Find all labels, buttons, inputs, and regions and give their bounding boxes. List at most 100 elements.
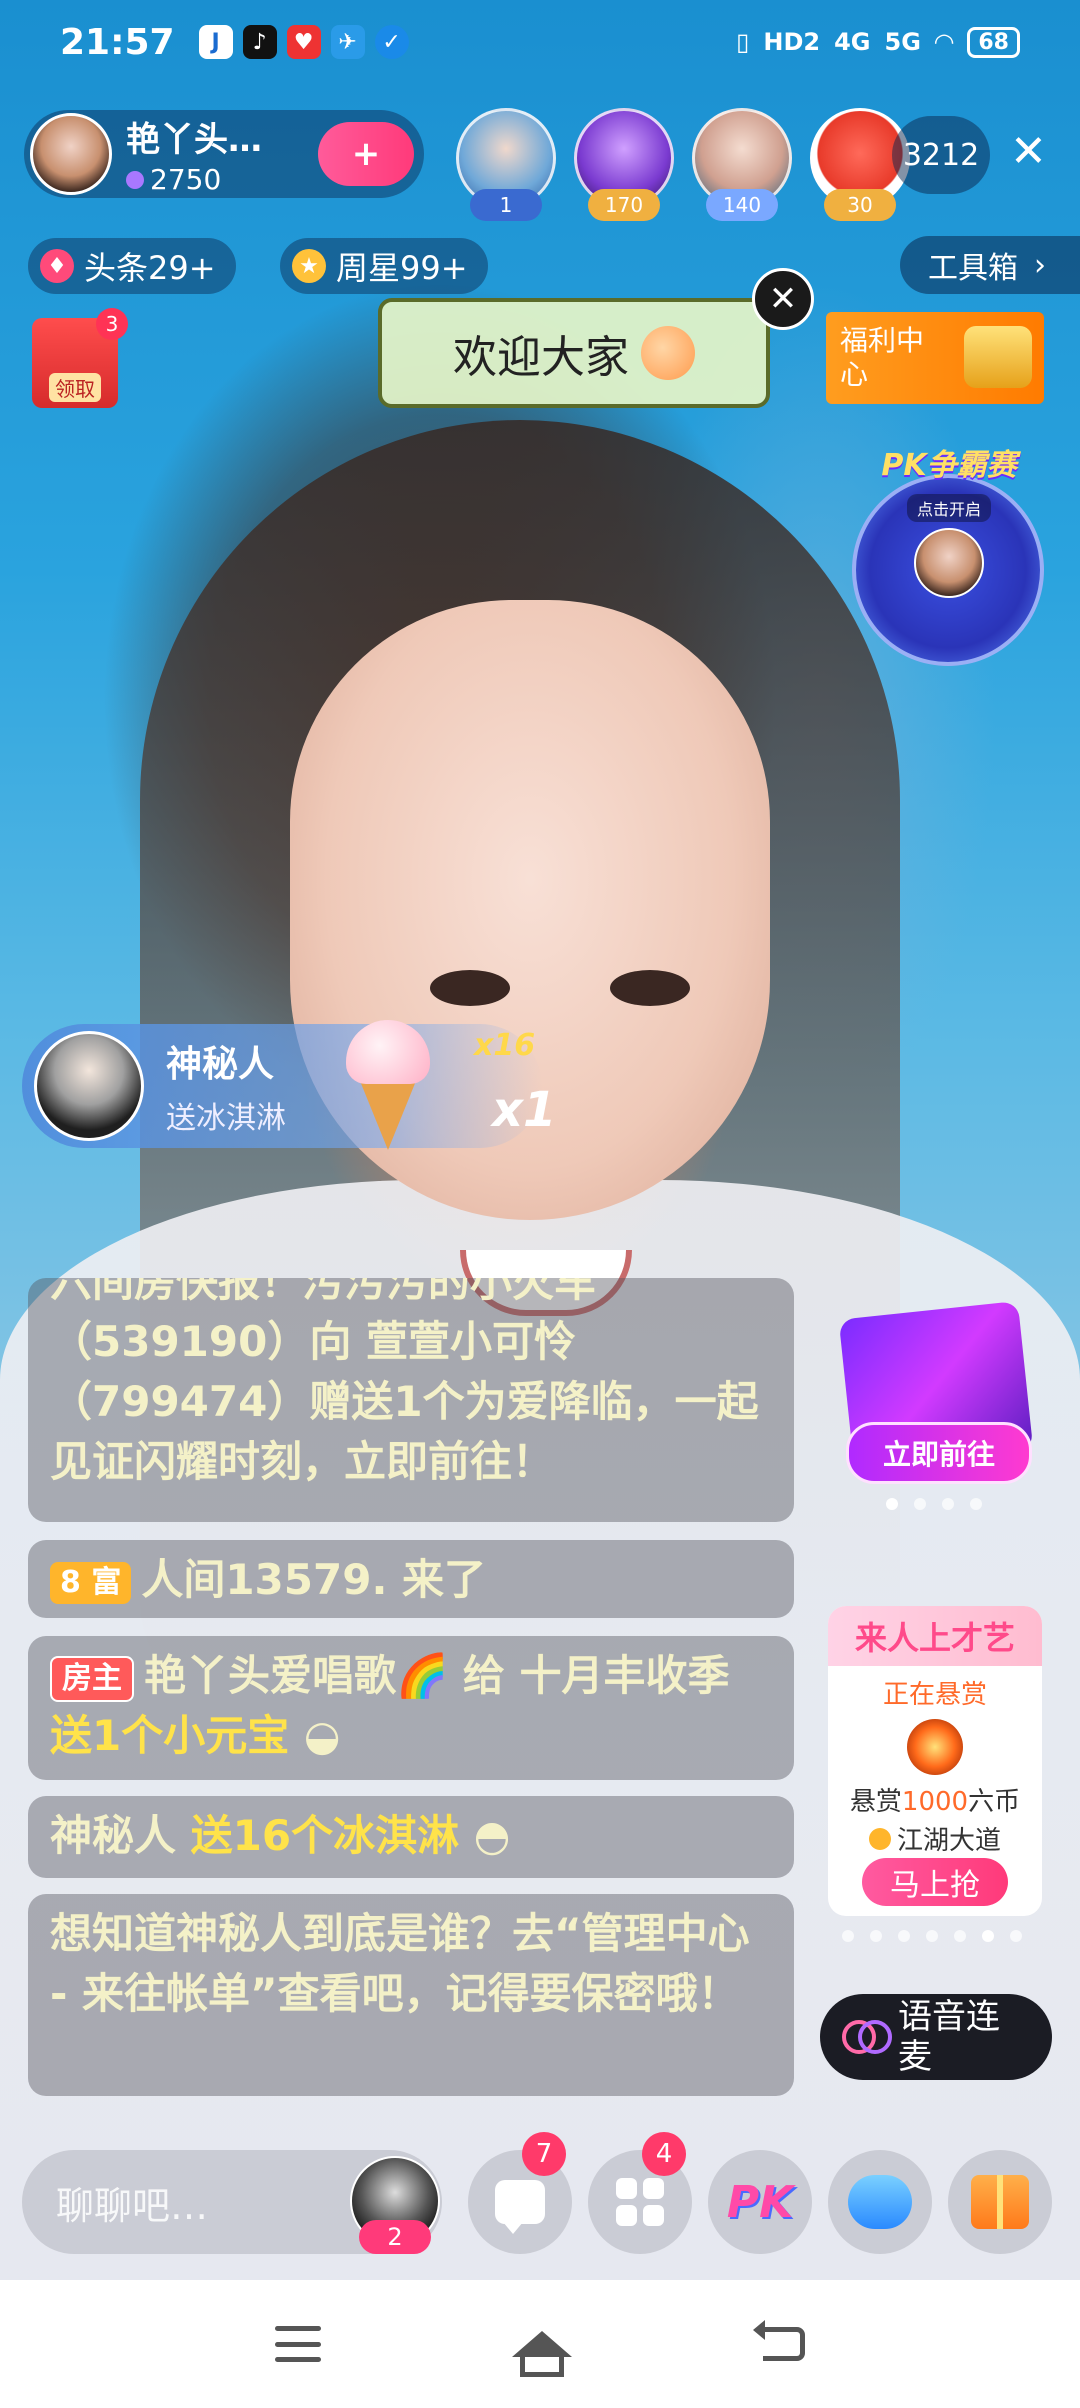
welfare-label: 福利中心 — [840, 324, 925, 391]
voice-link-label: 语音连麦 — [898, 1997, 1000, 2077]
follow-button[interactable]: + — [318, 122, 414, 186]
headline-label: 头条29+ — [84, 249, 216, 287]
viewer-avatar[interactable]: 140 — [692, 108, 792, 221]
messages-badge: 7 — [522, 2132, 566, 2176]
star-icon: ★ — [292, 249, 326, 283]
signal-5g-label: 5G — [884, 28, 921, 56]
pk-title: PK争霸赛 — [881, 448, 1017, 483]
chat-placeholder: 聊聊吧… — [56, 2183, 209, 2228]
grid-icon — [616, 2178, 664, 2226]
status-bar: 21:57 J ♪ ♥ ✈ ✓ ▯ HD2 4G 5G ◠ 68 — [0, 0, 1080, 84]
gift-sender-name: 神秘人 — [166, 1044, 275, 1085]
gift-action: 送冰淇淋 — [166, 1101, 286, 1136]
goto-now-button[interactable]: 立即前往 — [846, 1422, 1032, 1484]
welfare-center-button[interactable]: 福利中心 — [826, 312, 1044, 404]
home-icon[interactable] — [511, 2331, 572, 2377]
treasure-chest-icon — [964, 326, 1032, 388]
host-points: 2750 — [150, 163, 222, 196]
talent-bounty-card[interactable]: 来人上才艺 正在悬赏 悬赏1000六币 江湖大道 马上抢 — [828, 1606, 1042, 1916]
back-icon[interactable] — [752, 2320, 805, 2361]
ice-cream-gift-icon — [340, 1020, 436, 1150]
viewer-score-badge: 30 — [824, 189, 896, 221]
pk-button[interactable]: PK — [708, 2150, 812, 2254]
notification-icons: J ♪ ♥ ✈ ✓ — [198, 25, 409, 59]
red-packet-button[interactable]: 3 领取 — [32, 308, 128, 408]
wifi-icon: ◠ — [934, 28, 954, 56]
headline-pill[interactable]: ♦ 头条29+ — [28, 238, 236, 294]
chat-sender-name: 艳丫头爱唱歌🌈 — [144, 1651, 449, 1700]
link-rings-icon — [842, 2020, 892, 2054]
messages-button[interactable]: 7 — [468, 2132, 572, 2254]
chevron-right-icon: › — [1034, 247, 1046, 283]
welcome-text: 欢迎大家 — [453, 332, 629, 383]
chat-gift-text: 送1个小元宝 — [50, 1711, 290, 1760]
vibrate-icon: ▯ — [736, 28, 750, 56]
signal-4g-label: 4G — [834, 28, 871, 56]
my-avatar-count: 2 — [359, 2220, 431, 2254]
owner-badge: 房主 — [50, 1655, 134, 1702]
host-avatar[interactable] — [30, 113, 112, 195]
close-icon[interactable]: ✕ — [752, 268, 814, 330]
chat-message-entry[interactable]: 8 富人间13579. 来了 — [28, 1540, 794, 1618]
heart-app-icon: ♥ — [286, 25, 321, 59]
hug-emoji-icon — [641, 326, 695, 380]
toolbox-label: 工具箱 — [928, 251, 1018, 286]
viewer-avatar[interactable]: 1 — [456, 108, 556, 221]
system-nav-bar — [0, 2280, 1080, 2408]
viewer-score-badge: 140 — [706, 189, 778, 221]
host-points-row: 2750 — [126, 163, 262, 196]
flame-icon — [907, 1719, 963, 1775]
gift-banner: 神秘人 送冰淇淋 — [22, 1024, 542, 1148]
points-icon — [126, 170, 144, 189]
gold-ingot-icon: ◒ — [289, 1711, 341, 1760]
ice-cream-icon: ◓ — [459, 1811, 511, 1860]
talent-title: 来人上才艺 — [828, 1606, 1042, 1666]
gift-box-icon — [971, 2175, 1029, 2229]
chat-sender-name: 神秘人 — [50, 1811, 191, 1860]
chat-message-gift[interactable]: 神秘人 送16个冰淇淋 ◓ — [28, 1796, 794, 1878]
my-avatar[interactable]: 2 — [350, 2156, 440, 2254]
chat-message-gift[interactable]: 房主 艳丫头爱唱歌🌈 给 十月丰收季 送1个小元宝 ◒ — [28, 1636, 794, 1780]
chat-message-text: 人间13579. 来了 — [141, 1555, 487, 1604]
chat-bubble-icon — [495, 2180, 545, 2234]
mystery-user-avatar[interactable] — [34, 1031, 144, 1141]
flame-icon: ♦ — [40, 249, 74, 283]
menu-icon[interactable] — [275, 2326, 322, 2362]
talent-reward: 悬赏1000六币 — [849, 1787, 1021, 1817]
status-time: 21:57 — [60, 21, 175, 63]
host-name: 艳丫头… — [126, 120, 262, 160]
viewer-avatar[interactable]: 170 — [574, 108, 674, 221]
grab-now-button[interactable]: 马上抢 — [862, 1858, 1008, 1906]
pk-contest-widget[interactable]: PK争霸赛 点击开启 — [844, 440, 1054, 666]
pk-icon: PK — [726, 2176, 794, 2228]
gift-banner-text: 神秘人 送冰淇淋 — [166, 1035, 286, 1137]
status-right: ▯ HD2 4G 5G ◠ 68 — [736, 26, 1020, 58]
chat-message-tip[interactable]: 想知道神秘人到底是谁？去“管理中心 - 来往帐单”查看吧，记得要保密哦！ — [28, 1894, 794, 2096]
coin-icon — [868, 1827, 891, 1850]
chat-message-text: 想知道神秘人到底是谁？去“管理中心 - 来往帐单”查看吧，记得要保密哦！ — [50, 1909, 750, 2018]
wealth-level-badge: 8 富 — [50, 1561, 132, 1604]
voice-link-button[interactable]: 语音连麦 — [820, 1994, 1052, 2080]
weekstar-pill[interactable]: ★ 周星99+ — [280, 238, 488, 294]
talent-place: 江湖大道 — [828, 1820, 1042, 1857]
tiktok-icon: ♪ — [242, 25, 277, 59]
host-capsule[interactable]: 艳丫头… 2750 + — [24, 110, 424, 198]
viewer-count[interactable]: 3212 — [892, 116, 990, 194]
gamepad-icon — [848, 2175, 912, 2229]
viewer-rank-badge: 1 — [470, 189, 542, 221]
close-icon[interactable]: ✕ — [1010, 126, 1047, 177]
battery-level: 68 — [967, 26, 1020, 58]
more-apps-button[interactable]: 4 — [588, 2132, 692, 2254]
pk-avatar — [914, 528, 984, 598]
top-viewers: 1 170 140 30 — [456, 108, 910, 221]
streamer-eyes — [420, 960, 700, 1020]
toolbox-button[interactable]: 工具箱 › — [900, 236, 1080, 294]
weekstar-label: 周星99+ — [336, 249, 468, 287]
viewer-score-badge: 170 — [588, 189, 660, 221]
chat-message-system[interactable]: 六间房快报！污污污的小火车（539190）向 萱萱小可怜（799474）赠送1个… — [28, 1278, 794, 1522]
more-apps-badge: 4 — [642, 2132, 686, 2176]
red-packet-count: 3 — [96, 308, 128, 340]
talent-carousel-dots — [842, 1930, 1022, 1942]
gift-button[interactable] — [948, 2150, 1052, 2254]
game-button[interactable] — [828, 2150, 932, 2254]
